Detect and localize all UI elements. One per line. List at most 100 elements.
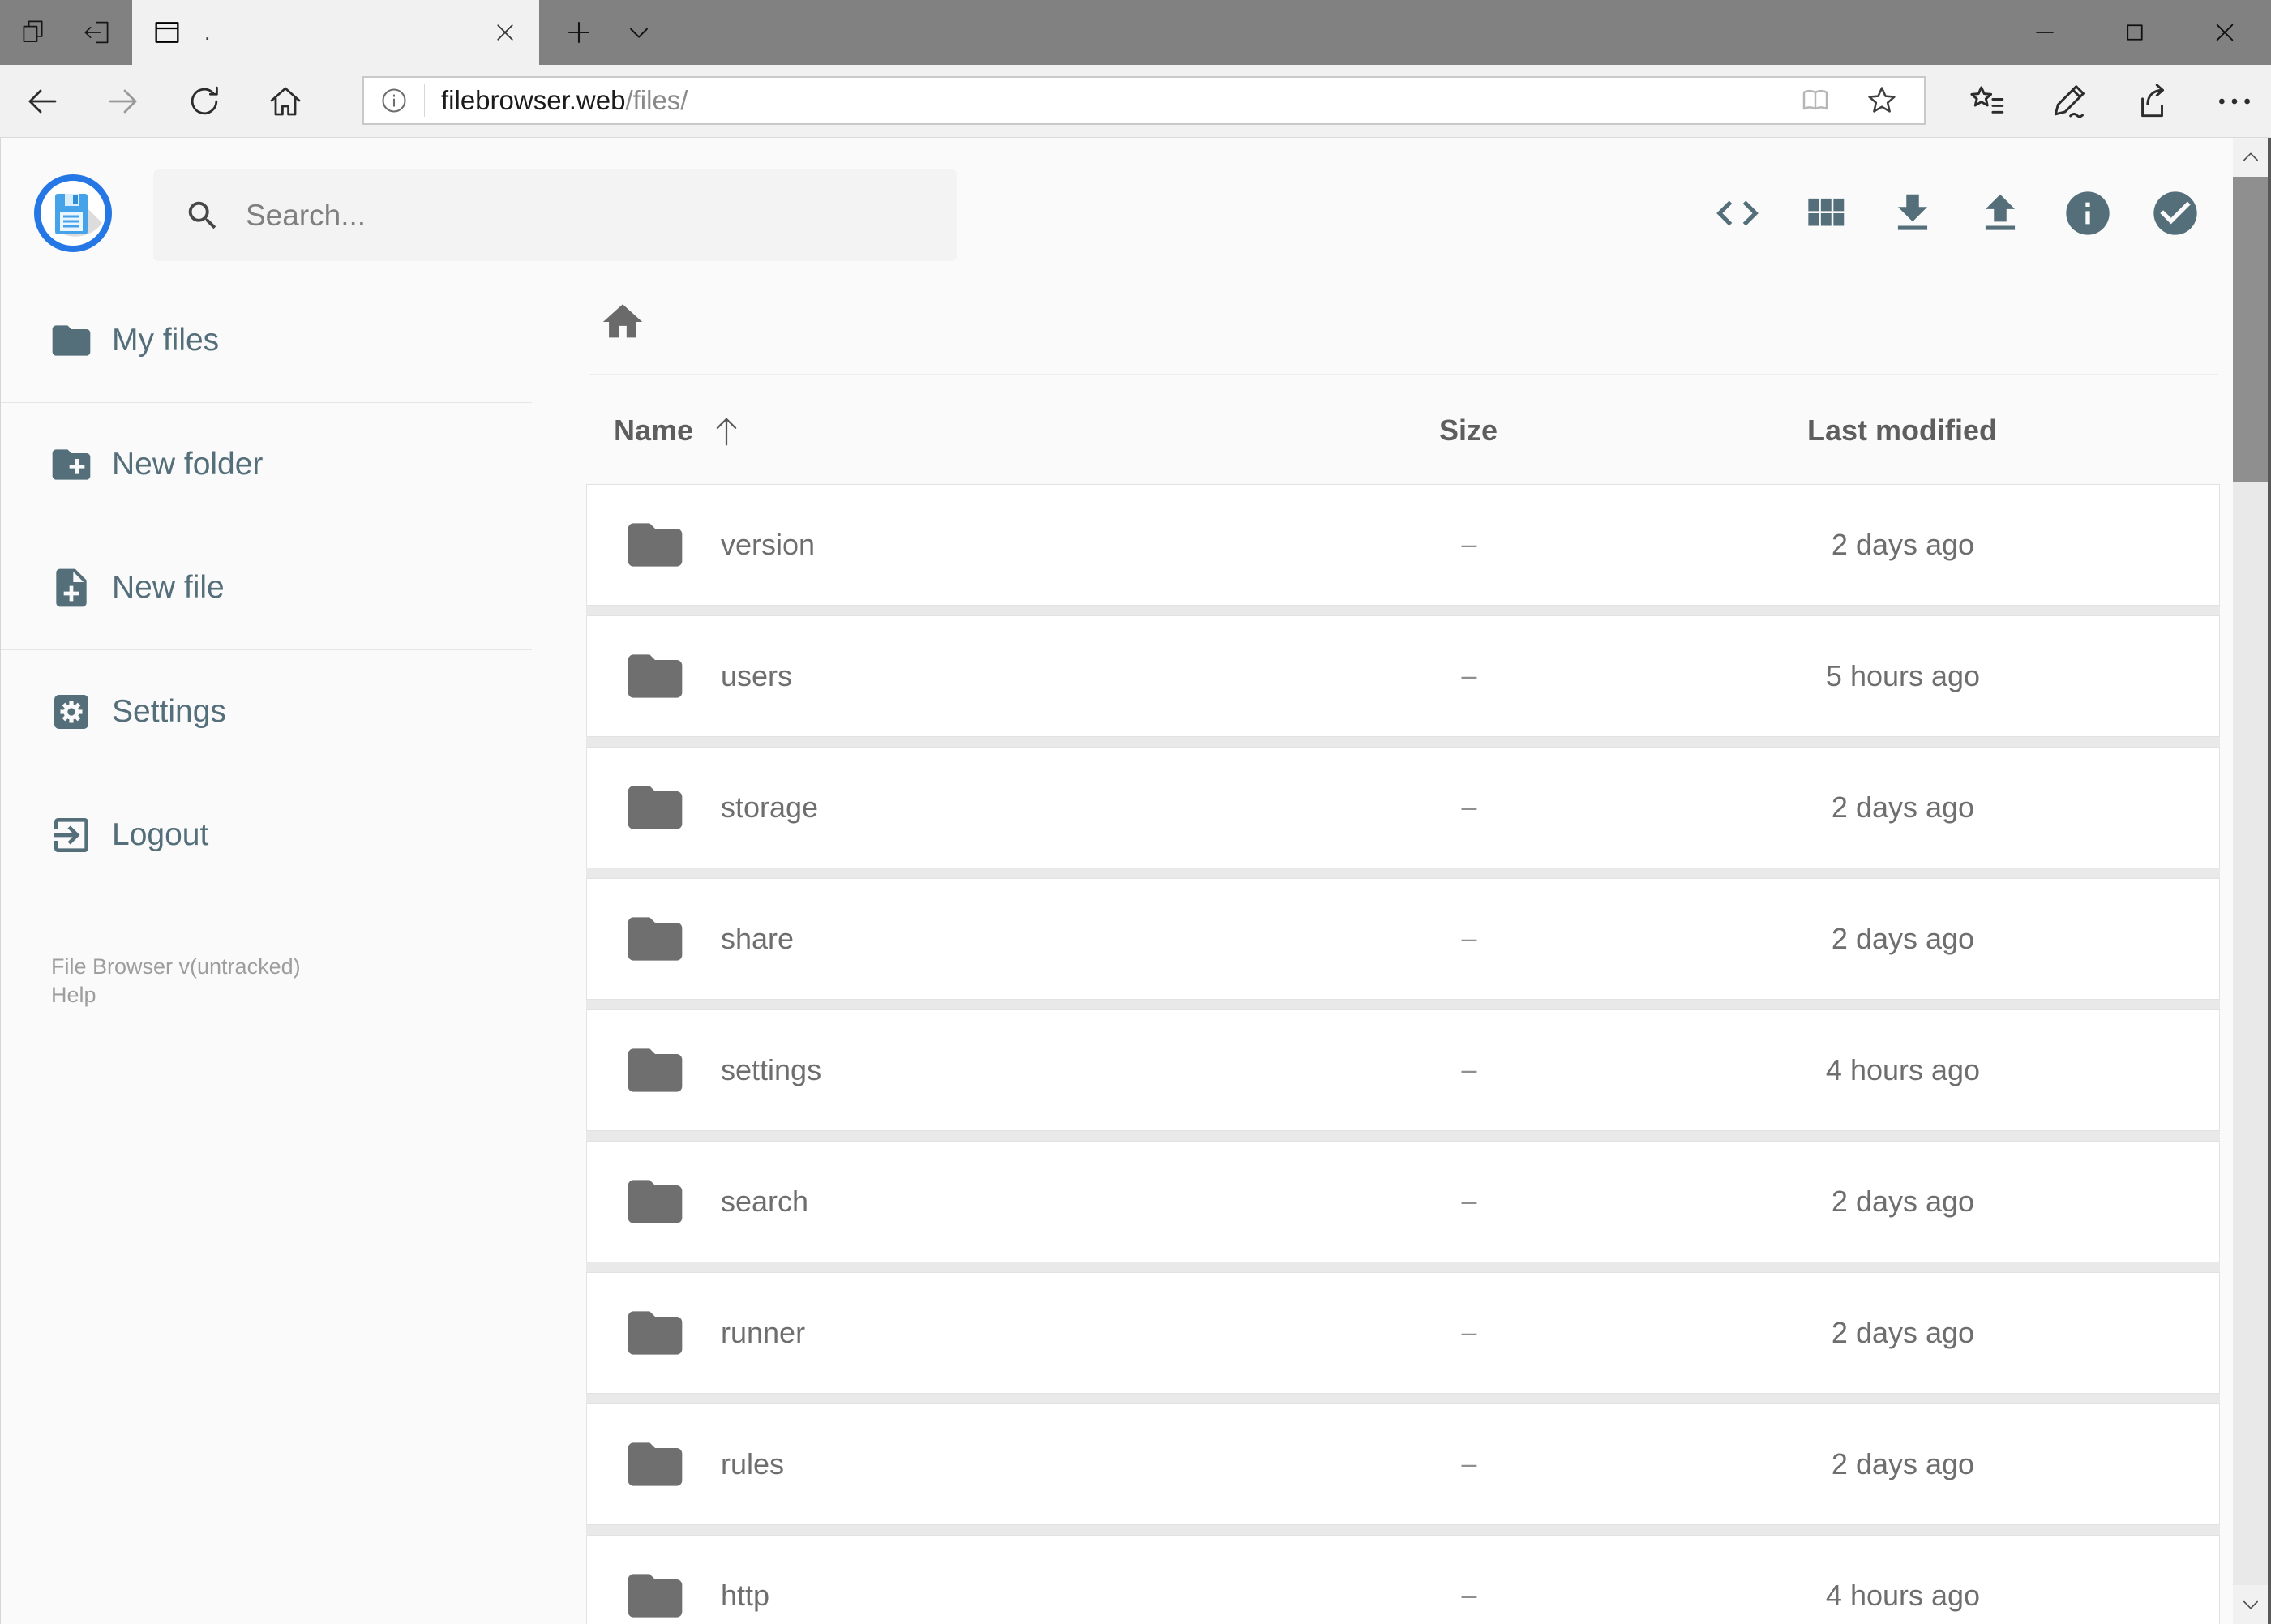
search-icon (184, 197, 221, 234)
app-version-text: File Browser v(untracked) (51, 954, 301, 979)
file-modified: 4 hours ago (1825, 1579, 1981, 1612)
settings-gear-icon (49, 689, 94, 735)
file-name: search (721, 1185, 809, 1218)
file-row-storage[interactable]: storage – 2 days ago (586, 747, 2220, 868)
sidebar: My files New folder New file Settings Lo… (1, 279, 536, 897)
file-size: – (1461, 1317, 1477, 1348)
column-header-modified[interactable]: Last modified (1744, 410, 2060, 451)
sidebar-item-my-files[interactable]: My files (1, 279, 536, 402)
column-header-size[interactable]: Size (1322, 410, 1614, 451)
address-bar[interactable]: filebrowser.web/files/ (362, 76, 1926, 125)
file-modified: 2 days ago (1831, 528, 1975, 561)
sidebar-item-label: New folder (112, 447, 264, 482)
file-modified: 5 hours ago (1825, 659, 1981, 692)
page-scrollbar[interactable] (2233, 138, 2268, 1624)
browser-tab-bar: . (0, 0, 2271, 65)
sidebar-item-new-folder[interactable]: New folder (1, 403, 536, 526)
home-icon[interactable] (266, 75, 305, 127)
sidebar-item-new-file[interactable]: New file (1, 526, 536, 649)
folder-icon (623, 1169, 688, 1234)
file-row-runner[interactable]: runner – 2 days ago (586, 1272, 2220, 1394)
refresh-icon[interactable] (185, 75, 224, 127)
file-row-users[interactable]: users – 5 hours ago (586, 615, 2220, 737)
forward-icon[interactable] (104, 75, 143, 127)
scroll-down-icon[interactable] (2233, 1585, 2268, 1624)
file-listing: Name Size Last modified version – 2 days… (586, 138, 2220, 1624)
file-size: – (1461, 923, 1477, 954)
site-info-icon[interactable] (364, 79, 424, 122)
file-name: storage (721, 791, 819, 824)
browser-tab[interactable]: . (132, 0, 539, 65)
scroll-up-icon[interactable] (2233, 138, 2268, 177)
hub-favorites-icon[interactable] (1965, 75, 2007, 127)
file-modified: 2 days ago (1831, 1447, 1975, 1480)
file-name: settings (721, 1053, 822, 1086)
file-row-share[interactable]: share – 2 days ago (586, 878, 2220, 1000)
sidebar-item-label: Logout (112, 817, 209, 852)
address-divider (424, 84, 425, 117)
file-row-rules[interactable]: rules – 2 days ago (586, 1403, 2220, 1525)
breadcrumb-divider (589, 374, 2218, 375)
sidebar-item-settings[interactable]: Settings (1, 650, 536, 773)
file-list: version – 2 days ago users – 5 hours ago… (586, 484, 2220, 1624)
scrollbar-thumb[interactable] (2233, 177, 2268, 482)
file-modified: 2 days ago (1831, 1185, 1975, 1218)
folder-icon (623, 775, 688, 840)
minimize-button[interactable] (1999, 0, 2089, 65)
tab-title: . (204, 19, 211, 45)
tab-list-chevron-icon[interactable] (618, 0, 660, 65)
tab-actions (15, 0, 116, 65)
column-size-label: Size (1438, 413, 1498, 447)
set-tabs-aside-icon[interactable] (77, 8, 116, 57)
file-name: runner (721, 1316, 806, 1349)
folder-icon (623, 906, 688, 971)
file-modified: 2 days ago (1831, 791, 1975, 824)
file-size: – (1461, 1054, 1477, 1086)
sidebar-item-label: Settings (112, 694, 226, 729)
maximize-button[interactable] (2089, 0, 2179, 65)
window-controls (1999, 0, 2269, 65)
more-options-icon[interactable] (2213, 75, 2256, 127)
tab-close-icon[interactable] (487, 15, 523, 50)
file-row-version[interactable]: version – 2 days ago (586, 484, 2220, 606)
web-note-pen-icon[interactable] (2048, 75, 2090, 127)
filebrowser-app: My files New folder New file Settings (0, 138, 2271, 1624)
file-size: – (1461, 1448, 1477, 1480)
file-name: users (721, 659, 793, 692)
sidebar-item-logout[interactable]: Logout (1, 773, 536, 897)
folder-icon (623, 512, 688, 577)
sidebar-item-label: My files (112, 323, 220, 358)
file-name: share (721, 922, 795, 955)
share-icon[interactable] (2131, 75, 2173, 127)
url-host: filebrowser.web (441, 85, 626, 115)
new-tab-button[interactable] (558, 0, 600, 65)
breadcrumb-home-icon[interactable] (598, 297, 648, 347)
filebrowser-logo[interactable] (32, 173, 114, 254)
file-row-settings[interactable]: settings – 4 hours ago (586, 1009, 2220, 1131)
file-name: version (721, 528, 816, 561)
column-name-label: Name (614, 413, 694, 447)
page-icon (151, 16, 183, 49)
tab-preview-icon[interactable] (15, 8, 54, 57)
file-modified: 2 days ago (1831, 922, 1975, 955)
browser-toolbar: filebrowser.web/files/ (0, 65, 2271, 138)
file-row-search[interactable]: search – 2 days ago (586, 1141, 2220, 1262)
sidebar-item-label: New file (112, 570, 225, 605)
close-window-button[interactable] (2179, 0, 2269, 65)
url-text[interactable]: filebrowser.web/files/ (441, 85, 688, 116)
folder-icon (623, 1432, 688, 1497)
file-name: rules (721, 1447, 785, 1480)
file-row-http[interactable]: http – 4 hours ago (586, 1535, 2220, 1624)
sidebar-footer: File Browser v(untracked) Help (51, 953, 301, 1009)
favorite-star-icon[interactable] (1859, 79, 1905, 122)
sort-ascending-icon (711, 413, 742, 448)
reading-view-icon[interactable] (1793, 79, 1838, 122)
help-link[interactable]: Help (51, 981, 301, 1009)
file-size: – (1461, 791, 1477, 823)
file-size: – (1461, 660, 1477, 692)
column-header-name[interactable]: Name (614, 410, 742, 451)
url-path: /files/ (625, 85, 688, 115)
file-name: http (721, 1579, 770, 1612)
folder-icon (623, 1038, 688, 1103)
back-icon[interactable] (23, 75, 62, 127)
